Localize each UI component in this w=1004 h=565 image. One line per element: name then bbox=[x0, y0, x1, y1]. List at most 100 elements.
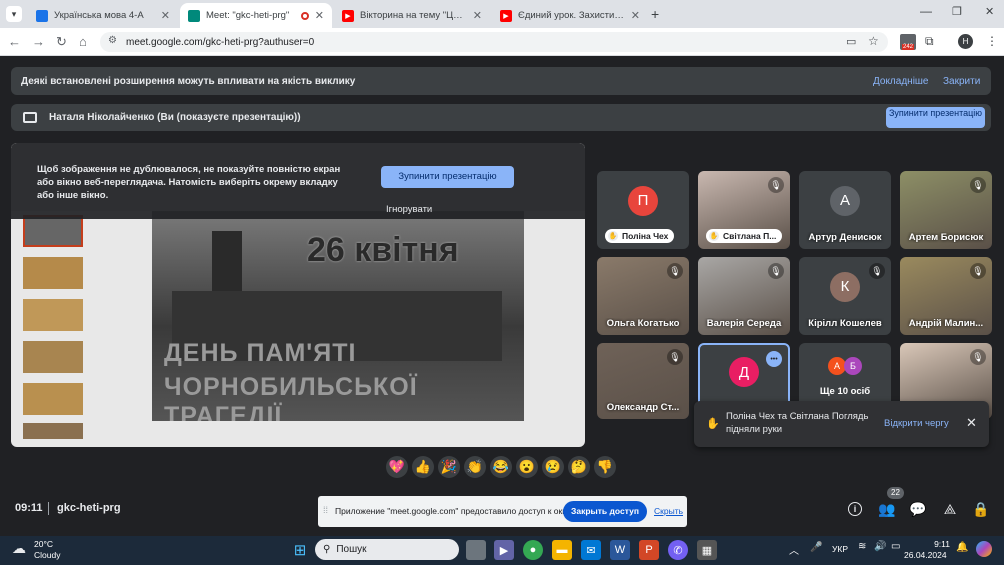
tab-quiz[interactable]: ▶ Вікторина на тему "Цивільний захист"✕ bbox=[334, 3, 490, 28]
app-icon[interactable]: ▦ bbox=[697, 540, 717, 560]
weather-icon[interactable]: ☁ bbox=[12, 540, 26, 557]
weather-temp: 20°C bbox=[34, 539, 53, 549]
reaction-button[interactable]: 🎉 bbox=[438, 456, 460, 478]
reaction-button[interactable]: 😂 bbox=[490, 456, 512, 478]
slide-line-1: ДЕНЬ ПАМ'ЯТІ bbox=[164, 339, 357, 367]
participant-tile[interactable]: 🎙 Олександр Ст... bbox=[597, 343, 689, 419]
hide-link[interactable]: Скрыть bbox=[654, 506, 683, 516]
taskbar-search[interactable]: ⚲ Пошук bbox=[315, 539, 459, 560]
tab-ukr-mova[interactable]: Українська мова 4-А ✕ bbox=[28, 3, 178, 28]
task-view-icon[interactable] bbox=[466, 540, 486, 560]
participant-tile[interactable]: 🎙 ✋ Світлана П... bbox=[698, 171, 790, 249]
clock-time[interactable]: 9:11 bbox=[928, 539, 950, 549]
learn-more-link[interactable]: Докладніше bbox=[873, 76, 929, 87]
tab-search-icon[interactable]: ▾ bbox=[6, 6, 22, 22]
slide-thumb bbox=[23, 341, 83, 373]
participant-name: Андрій Малин... bbox=[908, 318, 984, 329]
minimize-icon[interactable]: — bbox=[920, 4, 932, 18]
new-tab-icon[interactable]: + bbox=[651, 6, 659, 22]
mic-tray-icon[interactable]: 🎤 bbox=[810, 542, 822, 553]
extensions-puzzle-icon[interactable]: ⧉ bbox=[925, 34, 934, 49]
forward-icon[interactable]: → bbox=[32, 34, 45, 50]
participant-tile[interactable]: 🎙 Валерія Середа bbox=[698, 257, 790, 335]
teams-icon[interactable]: ▶ bbox=[494, 540, 514, 560]
close-tab-icon[interactable]: ✕ bbox=[315, 9, 324, 22]
participant-tile[interactable]: 🎙 Артем Борисюк bbox=[900, 171, 992, 249]
camera-icon[interactable]: ▭ bbox=[846, 35, 856, 48]
participant-tile[interactable]: А Артур Денисюк bbox=[799, 171, 891, 249]
reaction-button[interactable]: 😢 bbox=[542, 456, 564, 478]
copilot-icon[interactable] bbox=[976, 541, 992, 557]
mic-off-icon: 🎙 bbox=[768, 263, 784, 279]
tab-meet[interactable]: Meet: "gkc-heti-prg" ✕ bbox=[180, 3, 332, 28]
participant-tile[interactable]: 🎙 Андрій Малин... bbox=[900, 257, 992, 335]
start-icon[interactable]: ⊞ bbox=[290, 540, 310, 560]
home-icon[interactable]: ⌂ bbox=[79, 34, 87, 50]
profile-avatar[interactable]: H bbox=[958, 34, 973, 49]
close-tab-icon[interactable]: ✕ bbox=[473, 9, 482, 22]
powerpoint-icon[interactable]: P bbox=[639, 540, 659, 560]
reaction-button[interactable]: 👏 bbox=[464, 456, 486, 478]
reaction-button[interactable]: 💖 bbox=[386, 456, 408, 478]
weather-desc: Cloudy bbox=[34, 550, 61, 560]
explorer-icon[interactable]: ▬ bbox=[552, 540, 572, 560]
slide-thumbnails bbox=[19, 213, 97, 439]
menu-icon[interactable]: ⋮ bbox=[986, 34, 998, 48]
shared-screen: 26 квітня ДЕНЬ ПАМ'ЯТІ ЧОРНОБИЛЬСЬКОЇ ТР… bbox=[11, 143, 585, 447]
stop-presenting-button[interactable]: Зупинити презентацію bbox=[886, 107, 985, 128]
close-banner-link[interactable]: Закрити bbox=[943, 76, 980, 87]
mic-off-icon: 🎙 bbox=[970, 177, 986, 193]
notification-bell-icon[interactable]: 🔔 bbox=[956, 542, 968, 553]
reload-icon[interactable]: ↻ bbox=[56, 34, 67, 50]
close-notice-icon[interactable]: ✕ bbox=[966, 415, 977, 431]
info-icon[interactable]: i bbox=[844, 498, 866, 520]
people-icon[interactable]: 👥 bbox=[876, 498, 898, 520]
mail-icon[interactable]: ✉ bbox=[581, 540, 601, 560]
participant-tile[interactable]: К 🎙 Кірілл Кошелев bbox=[799, 257, 891, 335]
word-icon[interactable]: W bbox=[610, 540, 630, 560]
share-warning-text: Щоб зображення не дублювалося, не показу… bbox=[37, 164, 341, 201]
more-avatar: Б bbox=[844, 356, 862, 375]
battery-icon[interactable]: ▭ bbox=[891, 541, 900, 552]
reaction-button[interactable]: 👎 bbox=[594, 456, 616, 478]
stop-sharing-button[interactable]: Зупинити презентацію bbox=[381, 166, 514, 188]
chat-icon[interactable]: 💬 bbox=[907, 498, 929, 520]
site-info-icon[interactable]: ⚙ bbox=[108, 35, 117, 46]
reaction-button[interactable]: 👍 bbox=[412, 456, 434, 478]
chrome-icon[interactable]: ● bbox=[523, 540, 543, 560]
search-icon: ⚲ bbox=[323, 544, 331, 555]
volume-icon[interactable]: 🔊 bbox=[874, 541, 886, 552]
meeting-time: 09:11 bbox=[15, 502, 43, 514]
address-bar[interactable]: ⚙ meet.google.com/gkc-heti-prg?authuser=… bbox=[100, 32, 888, 52]
more-options-icon[interactable]: ••• bbox=[766, 351, 782, 367]
host-controls-icon[interactable]: 🔒 bbox=[970, 498, 992, 520]
back-icon[interactable]: ← bbox=[8, 34, 21, 50]
divider bbox=[48, 502, 49, 515]
close-window-icon[interactable]: ✕ bbox=[985, 5, 994, 18]
drag-handle-icon[interactable]: ⁞⁞ bbox=[323, 505, 328, 515]
extension-icon[interactable]: 242 bbox=[900, 34, 916, 50]
activities-icon[interactable]: ⟁ bbox=[939, 498, 961, 520]
mic-off-icon: 🎙 bbox=[667, 263, 683, 279]
close-tab-icon[interactable]: ✕ bbox=[161, 9, 170, 22]
stop-access-button[interactable]: Закрыть доступ bbox=[563, 501, 647, 522]
raised-hand-label: ✋ Світлана П... bbox=[706, 229, 783, 243]
show-hidden-icons[interactable]: ︿ bbox=[789, 542, 799, 557]
reaction-button[interactable]: 😮 bbox=[516, 456, 538, 478]
open-queue-link[interactable]: Відкрити чергу bbox=[884, 418, 949, 429]
participant-tile[interactable]: 🎙 Ольга Когатько bbox=[597, 257, 689, 335]
participant-name: Поліна Чех bbox=[622, 231, 669, 241]
tab-lesson[interactable]: ▶ Єдиний урок. Захисти своє життя✕ bbox=[492, 3, 648, 28]
participant-name: Артем Борисюк bbox=[908, 232, 984, 243]
bookmark-star-icon[interactable]: ☆ bbox=[868, 34, 879, 48]
close-tab-icon[interactable]: ✕ bbox=[631, 9, 640, 22]
maximize-icon[interactable]: ❐ bbox=[952, 5, 962, 18]
reaction-button[interactable]: 🤔 bbox=[568, 456, 590, 478]
participant-name: Кірілл Кошелев bbox=[808, 318, 882, 329]
wifi-icon[interactable]: ≋ bbox=[858, 541, 866, 552]
participant-tile[interactable]: П ✋ Поліна Чех bbox=[597, 171, 689, 249]
language-indicator[interactable]: УКР bbox=[832, 544, 848, 554]
viber-icon[interactable]: ✆ bbox=[668, 540, 688, 560]
clock-date[interactable]: 26.04.2024 bbox=[904, 550, 947, 560]
ignore-button[interactable]: Ігнорувати bbox=[386, 204, 432, 215]
